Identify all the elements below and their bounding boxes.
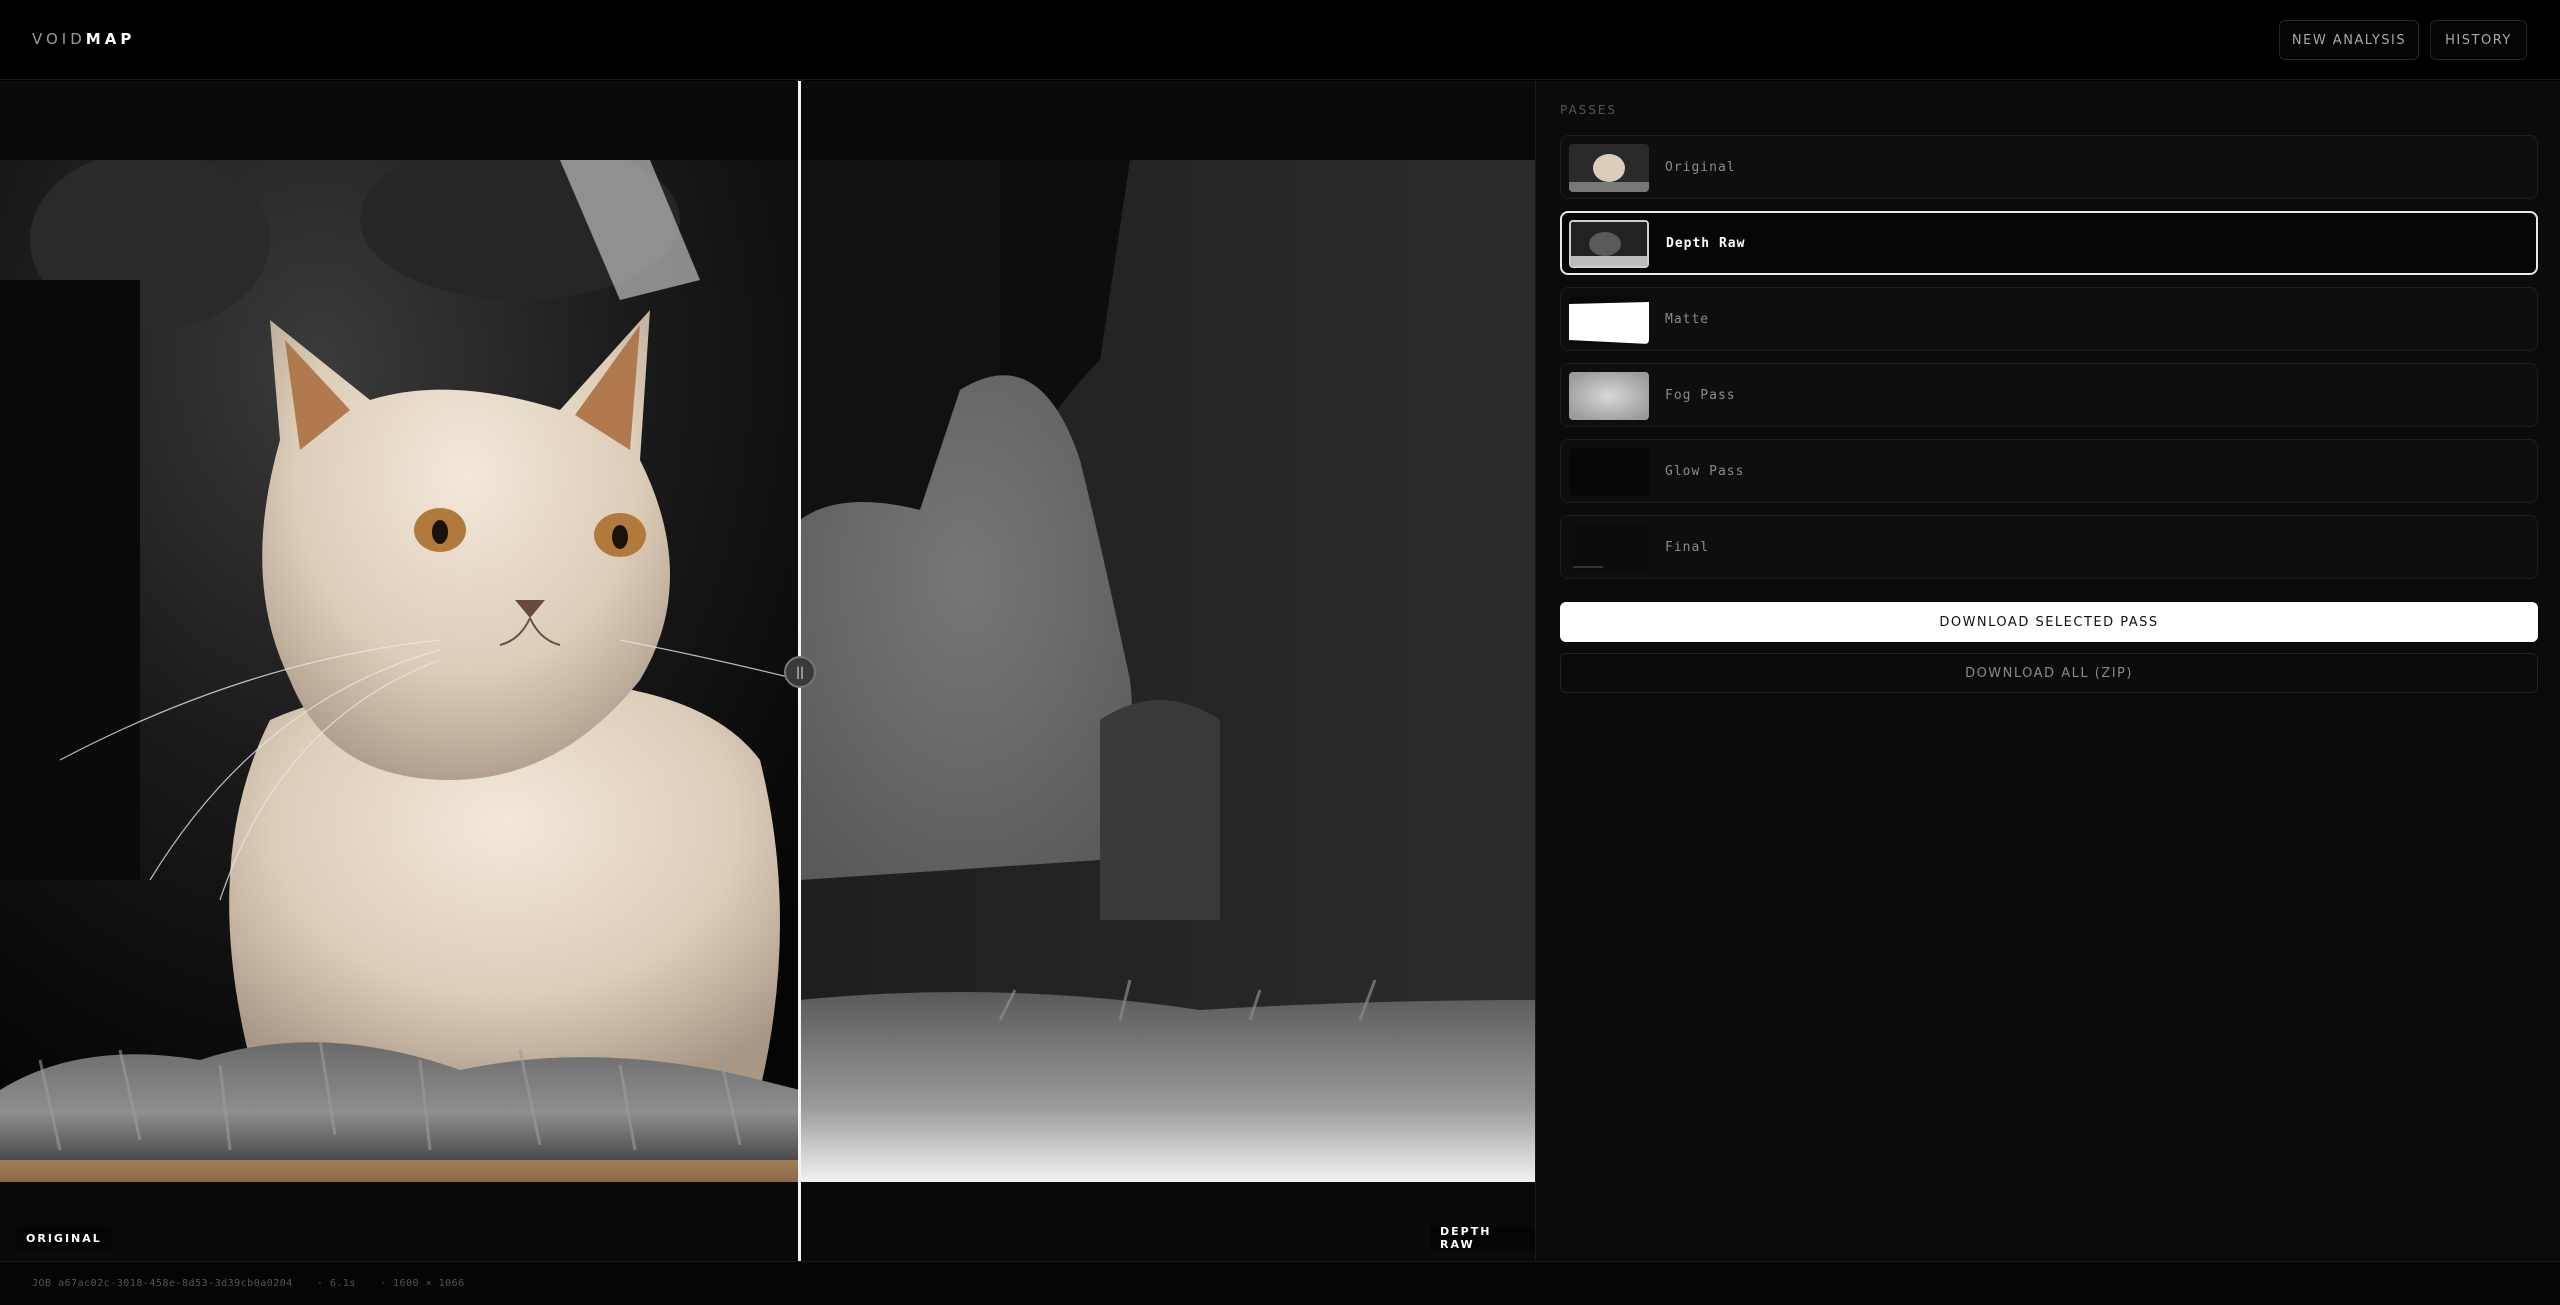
pass-thumbnail-fog-pass: [1569, 372, 1649, 420]
pass-item-glow-pass[interactable]: Glow Pass: [1560, 439, 2538, 503]
image-area: [0, 160, 1535, 1182]
processing-time-text: · 6.1s: [316, 1278, 356, 1289]
pass-item-original[interactable]: Original: [1560, 135, 2538, 199]
pass-item-matte[interactable]: Matte: [1560, 287, 2538, 351]
original-image: [0, 160, 800, 1182]
pass-thumbnail-depth-raw: [1569, 220, 1649, 268]
pass-label: Depth Raw: [1666, 236, 1746, 251]
pass-thumbnail-final: [1569, 524, 1649, 572]
pass-label: Matte: [1665, 312, 1710, 327]
comparison-viewer[interactable]: || ORIGINAL DEPTH RAW: [0, 81, 1535, 1261]
download-all-button[interactable]: DOWNLOAD ALL (ZIP): [1560, 653, 2538, 693]
app-header: VOIDMAP NEW ANALYSIS HISTORY: [0, 0, 2560, 80]
download-selected-button[interactable]: DOWNLOAD SELECTED PASS: [1560, 602, 2538, 642]
pass-item-final[interactable]: Final: [1560, 515, 2538, 579]
pass-thumbnail-glow-pass: [1569, 448, 1649, 496]
job-id-text: JOB a67ac02c-3018-458e-8d53-3d39cb0a0204: [32, 1278, 293, 1289]
split-handle-icon[interactable]: ||: [784, 656, 816, 688]
history-button[interactable]: HISTORY: [2430, 20, 2527, 60]
logo-bold-text: MAP: [85, 30, 136, 48]
pass-item-depth-raw[interactable]: Depth Raw: [1560, 211, 2538, 275]
depth-raw-image: [800, 160, 1535, 1182]
image-dimensions-text: · 1600 × 1066: [379, 1278, 465, 1289]
new-analysis-button[interactable]: NEW ANALYSIS: [2279, 20, 2419, 60]
pass-label: Original: [1665, 160, 1736, 175]
pass-label: Final: [1665, 540, 1710, 555]
depth-raw-tag: DEPTH RAW: [1430, 1225, 1535, 1251]
app-logo[interactable]: VOIDMAP: [32, 30, 135, 48]
original-tag: ORIGINAL: [16, 1225, 112, 1251]
pass-item-fog-pass[interactable]: Fog Pass: [1560, 363, 2538, 427]
passes-panel: PASSES Original Depth Raw Matte Fog Pass…: [1535, 81, 2560, 1261]
pass-label: Fog Pass: [1665, 388, 1736, 403]
pass-thumbnail-matte: [1569, 296, 1649, 344]
logo-light-text: VOID: [32, 30, 86, 48]
pass-label: Glow Pass: [1665, 464, 1745, 479]
handle-glyph: ||: [795, 665, 805, 679]
status-footer: JOB a67ac02c-3018-458e-8d53-3d39cb0a0204…: [0, 1261, 2560, 1305]
panel-title: PASSES: [1560, 103, 1618, 117]
pass-thumbnail-original: [1569, 144, 1649, 192]
